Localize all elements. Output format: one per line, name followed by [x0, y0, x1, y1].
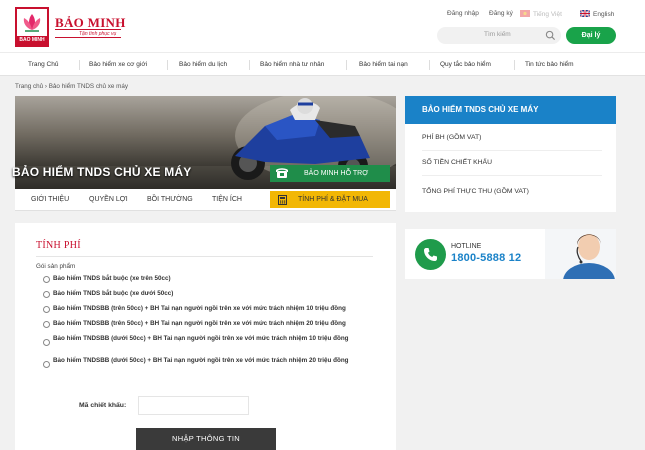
lotus-logo-icon [23, 14, 41, 32]
fee-summary-panel: BẢO HIỂM TNDS CHỦ XE MÁY PHÍ BH (GỒM VAT… [405, 96, 616, 212]
product-tabs: GIỚI THIỆU QUYỀN LỢI BỒI THƯỜNG TIỆN ÍCH… [15, 189, 396, 211]
calculator-icon [278, 195, 287, 205]
logo-tagline: Tận tình phục vụ [79, 31, 117, 37]
tab-claims[interactable]: BỒI THƯỜNG [147, 189, 193, 211]
nav-divider [79, 60, 80, 70]
lang-en-label: English [593, 11, 615, 18]
summary-total: TỔNG PHÍ THỰC THU (GỒM VAT) [422, 188, 529, 195]
main-nav: Trang Chủ Bảo hiểm xe cơ giới Bảo hiểm d… [0, 52, 645, 76]
breadcrumb-home[interactable]: Trang chủ [15, 83, 43, 90]
banner-title: BẢO HIỂM TNDS CHỦ XE MÁY [12, 165, 192, 179]
phone-icon [415, 239, 446, 270]
nav-item-accident[interactable]: Bảo hiểm tai nạn [359, 53, 408, 77]
fee-calculator-form: TÍNH PHÍ Gói sản phẩm Bảo hiểm TNDS bắt … [15, 223, 396, 450]
product-group-label: Gói sản phẩm [36, 263, 76, 270]
call-agent-image [545, 229, 616, 279]
product-radio[interactable] [43, 291, 50, 298]
calculate-order-label: TÍNH PHÍ & ĐẶT MUA [298, 196, 368, 203]
nav-divider [346, 60, 347, 70]
phone-icon [276, 168, 288, 178]
breadcrumb-separator: › [44, 83, 47, 90]
uk-flag-icon [580, 10, 590, 17]
header: BAO MINH BẢO MINH Tận tình phục vụ Đăng … [0, 0, 645, 52]
form-title: TÍNH PHÍ [36, 240, 81, 251]
product-radio[interactable] [43, 306, 50, 313]
search-box[interactable]: Tìm kiếm [437, 27, 561, 44]
product-radio[interactable] [43, 361, 50, 368]
lang-en-link[interactable]: English [580, 10, 614, 18]
tab-benefits[interactable]: QUYỀN LỢI [89, 189, 128, 211]
nav-item-home[interactable]: Trang Chủ [28, 53, 58, 77]
hotline-box[interactable]: HOTLINE 1800-5888 12 [405, 229, 616, 279]
product-radio[interactable] [43, 321, 50, 328]
summary-divider [422, 175, 602, 176]
nav-item-travel[interactable]: Bảo hiểm du lịch [179, 53, 227, 77]
logo[interactable]: BAO MINH [15, 7, 49, 47]
submit-info-button[interactable]: NHẬP THÔNG TIN [136, 428, 276, 450]
product-option-label: Bảo hiểm TNDSBB (dưới 50cc) + BH Tai nạn… [53, 335, 349, 342]
logo-badge: BAO MINH [17, 36, 47, 45]
login-link[interactable]: Đăng nhập [447, 10, 479, 17]
lang-vi-link[interactable]: Tiếng Việt [520, 10, 562, 18]
nav-divider [429, 60, 430, 70]
nav-item-home-insurance[interactable]: Bảo hiểm nhà tư nhân [260, 53, 324, 77]
product-option-label: Bảo hiểm TNDS bắt buộc (xe dưới 50cc) [53, 290, 174, 297]
product-option-label: Bảo hiểm TNDSBB (dưới 50cc) + BH Tai nạn… [53, 357, 349, 364]
nav-item-rules[interactable]: Quy tắc bảo hiểm [440, 53, 491, 77]
product-radio[interactable] [43, 339, 50, 346]
product-option-label: Bảo hiểm TNDSBB (trên 50cc) + BH Tai nạn… [53, 305, 346, 312]
support-button[interactable]: BẢO MINH HỖ TRỢ [270, 165, 390, 182]
support-button-label: BẢO MINH HỖ TRỢ [304, 170, 369, 177]
summary-divider [422, 150, 602, 151]
logo-divider [55, 37, 121, 38]
breadcrumb: Trang chủ › Bảo hiểm TNDS chủ xe máy [15, 83, 128, 90]
vietnam-flag-icon [520, 10, 530, 17]
nav-item-vehicle[interactable]: Bảo hiểm xe cơ giới [89, 53, 147, 77]
calculate-order-button[interactable]: TÍNH PHÍ & ĐẶT MUA [270, 191, 390, 208]
nav-divider [249, 60, 250, 70]
register-link[interactable]: Đăng ký [489, 10, 513, 17]
summary-premium: PHÍ BH (GỒM VAT) [422, 134, 482, 141]
form-divider [36, 256, 373, 257]
tab-utilities[interactable]: TIỆN ÍCH [212, 189, 242, 211]
product-option-label: Bảo hiểm TNDS bắt buộc (xe trên 50cc) [53, 275, 171, 282]
product-option-label: Bảo hiểm TNDSBB (trên 50cc) + BH Tai nạn… [53, 320, 346, 327]
breadcrumb-current: Bảo hiểm TNDS chủ xe máy [48, 83, 129, 90]
lang-vi-label: Tiếng Việt [533, 11, 562, 18]
product-radio[interactable] [43, 276, 50, 283]
summary-title: BẢO HIỂM TNDS CHỦ XE MÁY [405, 96, 616, 124]
search-icon[interactable] [545, 30, 556, 41]
logo-text: BẢO MINH [55, 15, 126, 30]
nav-divider [514, 60, 515, 70]
discount-code-label: Mã chiết khấu: [79, 402, 127, 409]
agent-button[interactable]: Đại lý [566, 27, 616, 44]
summary-discount: SỐ TIỀN CHIẾT KHẤU [422, 159, 492, 166]
search-input[interactable]: Tìm kiếm [484, 31, 511, 38]
hotline-number[interactable]: 1800-5888 12 [451, 252, 521, 264]
nav-divider [167, 60, 168, 70]
nav-item-news[interactable]: Tin tức bảo hiểm [525, 53, 574, 77]
discount-code-input[interactable] [138, 396, 249, 415]
hotline-label: HOTLINE [451, 243, 482, 250]
tab-intro[interactable]: GIỚI THIỆU [31, 189, 69, 211]
